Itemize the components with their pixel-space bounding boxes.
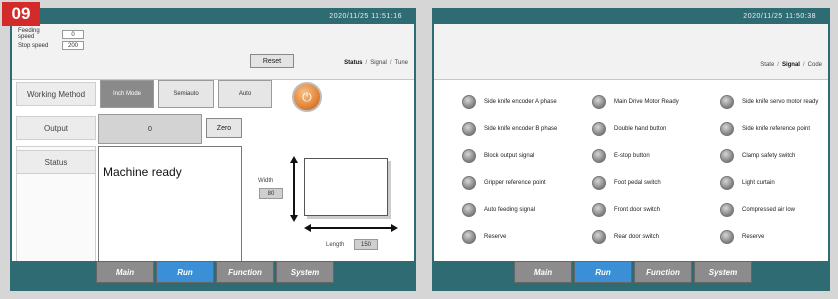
output-value: 0 [98,114,202,144]
inch-mode-button[interactable]: Inch Mode [100,80,154,108]
status-message-box: Machine ready [98,146,242,266]
signal-item: Side knife encoder B phase [462,122,557,136]
tab-code[interactable]: Code [808,62,822,68]
signal-item: Front door switch [592,203,660,217]
indicator-led-icon [462,122,476,136]
nav-main[interactable]: Main [514,261,572,283]
status-message: Machine ready [103,165,182,179]
sub-tabs: State / Signal / Code [760,62,822,68]
indicator-led-icon [592,95,606,109]
reset-button[interactable]: Reset [250,54,294,68]
signal-item: Main Drive Motor Ready [592,95,679,109]
tab-tune[interactable]: Tune [395,60,408,66]
nav-function[interactable]: Function [216,261,274,283]
header-panel [434,24,828,80]
power-icon-button[interactable]: ⏻ [292,82,322,112]
signal-item: Auto feeding signal [462,203,535,217]
signal-item: Block output signal [462,149,534,163]
width-value[interactable]: 80 [259,188,283,199]
signal-item: Gripper reference point [462,176,546,190]
signal-item: Reserve [462,230,506,244]
nav-run[interactable]: Run [156,261,214,283]
feeding-speed-input[interactable]: 0 [62,29,84,39]
tab-signal[interactable]: Signal [782,62,800,68]
length-label: Length [326,242,345,248]
indicator-led-icon [462,230,476,244]
stop-speed-row: Stop speed 200 [18,41,84,50]
feeding-speed-label: Feeding speed [18,28,40,40]
nav-function[interactable]: Function [634,261,692,283]
semiauto-button[interactable]: Semiauto [158,80,214,108]
signal-item: Double hand button [592,122,666,136]
header-panel: Feeding speed 0 Stop speed 200 [12,24,414,80]
output-label: Output [16,116,96,140]
indicator-led-icon [592,176,606,190]
run-signal-screen: 2020/11/25 11:50:38 State / Signal / Cod… [432,8,830,291]
indicator-led-icon [592,230,606,244]
signal-item: Side knife encoder A phase [462,95,557,109]
indicator-led-icon [720,122,734,136]
dimension-arrows [290,156,398,232]
bottom-nav: Main Run Function System [96,261,334,283]
signal-item: Rear door switch [592,230,659,244]
sub-tabs: Status / Signal / Tune [344,60,408,66]
indicator-led-icon [462,149,476,163]
signal-item: Side knife reference point [720,122,810,136]
width-label: Width [258,178,274,184]
tab-signal[interactable]: Signal [370,60,387,66]
signal-item: Reserve [720,230,764,244]
indicator-led-icon [592,149,606,163]
bottom-nav: Main Run Function System [514,261,752,283]
signal-item: Foot pedal switch [592,176,661,190]
nav-run[interactable]: Run [574,261,632,283]
indicator-led-icon [720,203,734,217]
indicator-led-icon [720,176,734,190]
working-method-label: Working Method [16,82,96,106]
status-label: Status [16,150,96,174]
indicator-led-icon [462,203,476,217]
signal-item: Compressed air low [720,203,795,217]
datetime: 2020/11/25 11:50:38 [743,13,816,20]
tab-state[interactable]: State [760,62,774,68]
step-badge: 09 [2,2,40,26]
stop-speed-input[interactable]: 200 [62,41,84,50]
length-value[interactable]: 150 [354,239,378,250]
indicator-led-icon [720,149,734,163]
top-bar: 2020/11/25 11:50:38 [434,10,828,24]
signal-item: Light curtain [720,176,775,190]
datetime: 2020/11/25 11:51:16 [329,13,402,20]
indicator-led-icon [462,95,476,109]
auto-button[interactable]: Auto [218,80,272,108]
indicator-led-icon [592,203,606,217]
indicator-led-icon [720,230,734,244]
indicator-led-icon [720,95,734,109]
nav-system[interactable]: System [276,261,334,283]
signal-item: Side knife servo motor ready [720,95,818,109]
feeding-speed-row: Feeding speed 0 [18,28,84,40]
signal-item: Clamp safety switch [720,149,795,163]
indicator-led-icon [592,122,606,136]
nav-main[interactable]: Main [96,261,154,283]
tab-status[interactable]: Status [344,60,362,66]
stop-speed-label: Stop speed [18,42,49,49]
screenshot-root: 09 2020/11/25 11:51:16 Feeding speed 0 S… [0,0,838,299]
run-status-screen: 2020/11/25 11:51:16 Feeding speed 0 Stop… [10,8,416,291]
nav-system[interactable]: System [694,261,752,283]
signal-item: E-stop button [592,149,650,163]
zero-button[interactable]: Zero [206,118,242,138]
indicator-led-icon [462,176,476,190]
top-bar: 2020/11/25 11:51:16 [12,10,414,24]
